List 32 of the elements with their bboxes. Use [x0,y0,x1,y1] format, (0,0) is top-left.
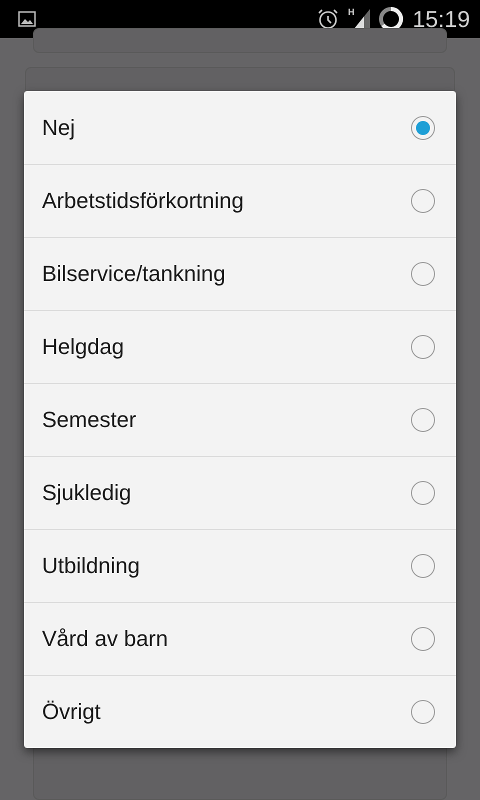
option-row[interactable]: Arbetstidsförkortning [24,164,456,237]
option-row[interactable]: Helgdag [24,310,456,383]
option-label: Vård av barn [42,626,168,652]
radio-button[interactable] [411,627,435,651]
option-row[interactable]: Utbildning [24,529,456,602]
signal-icon [354,9,370,29]
radio-button[interactable] [411,189,435,213]
option-label: Arbetstidsförkortning [42,188,244,214]
option-row[interactable]: Vård av barn [24,602,456,675]
radio-button[interactable] [411,116,435,140]
radio-button[interactable] [411,408,435,432]
option-label: Övrigt [42,699,101,725]
option-label: Semester [42,407,136,433]
option-row[interactable]: Sjukledig [24,456,456,529]
option-row[interactable]: Semester [24,383,456,456]
clock-time: 15:19 [412,6,470,32]
option-row[interactable]: Nej [24,91,456,164]
alarm-clock-icon [316,7,340,31]
radio-button[interactable] [411,335,435,359]
radio-button[interactable] [411,481,435,505]
option-row[interactable]: Bilservice/tankning [24,237,456,310]
radio-button[interactable] [411,554,435,578]
option-label: Nej [42,114,76,140]
radio-button[interactable] [411,262,435,286]
radio-button[interactable] [411,700,435,724]
option-label: Helgdag [42,334,124,360]
option-label: Sjukledig [42,480,132,506]
option-label: Bilservice/tankning [42,261,226,287]
option-row[interactable]: Övrigt [24,675,456,748]
image-icon [18,11,36,27]
option-label: Utbildning [42,553,140,579]
network-type: H [348,7,354,17]
